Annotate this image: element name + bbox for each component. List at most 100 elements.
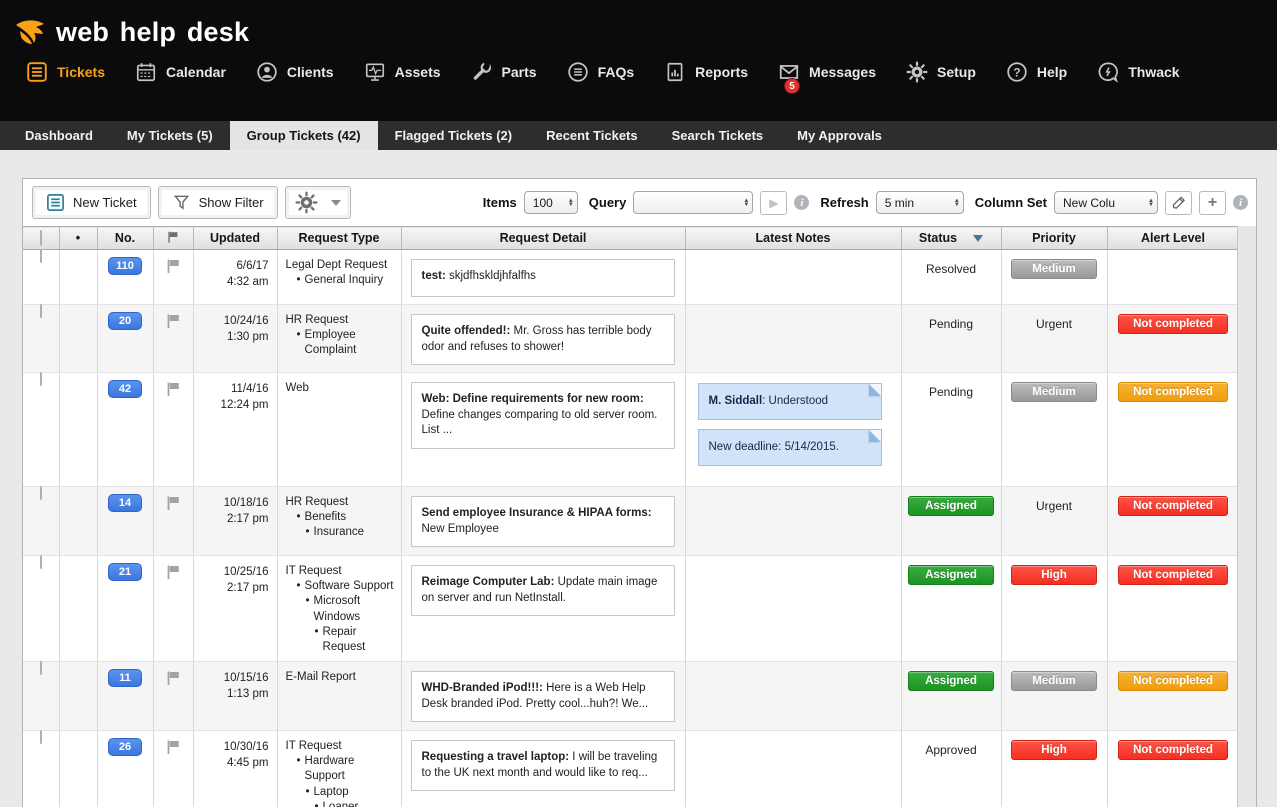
request-detail-cell: Requesting a travel laptop: I will be tr… [401,731,685,807]
request-type-cell: Legal Dept Request•General Inquiry [277,250,401,305]
updated-date: 10/24/16 [194,313,269,329]
table-row: 4211/4/1612:24 pmWebWeb: Define requirem… [23,373,1239,487]
request-detail-box[interactable]: test: skjdfhskldjhfalfhs [411,259,675,297]
status-cell: Assigned [901,662,1001,731]
nav-item-calendar[interactable]: Calendar [135,61,226,83]
header-request-type[interactable]: Request Type [277,227,401,250]
row-checkbox[interactable] [40,661,42,675]
ticket-number-badge[interactable]: 11 [108,669,142,687]
header-request-detail[interactable]: Request Detail [401,227,685,250]
flag-icon[interactable] [165,564,181,583]
header-select-all[interactable] [23,227,59,250]
request-detail-box[interactable]: Send employee Insurance & HIPAA forms: N… [411,496,675,547]
request-type-line: •Hardware Support [286,754,397,784]
nav-item-setup[interactable]: Setup [906,61,976,83]
subtab-my-approvals[interactable]: My Approvals [780,121,899,150]
flag-icon[interactable] [165,258,181,277]
edit-column-set-button[interactable] [1165,191,1192,215]
row-checkbox[interactable] [40,249,42,263]
assets-icon [364,61,386,83]
header-flag[interactable] [153,227,193,250]
request-detail-title: Quite offended!: [422,325,511,337]
request-type-line: IT Request [286,564,397,579]
number-cell: 26 [97,731,153,807]
request-type-text: Software Support [305,579,394,594]
ticket-number-badge[interactable]: 42 [108,380,142,398]
request-type-text: Web [286,381,309,396]
latest-notes-cell [685,731,901,807]
ticket-number-badge[interactable]: 14 [108,494,142,512]
request-type-text: Legal Dept Request [286,258,388,273]
ticket-number-badge[interactable]: 110 [108,257,142,275]
ticket-number-badge[interactable]: 21 [108,563,142,581]
row-checkbox[interactable] [40,730,42,744]
nav-item-messages[interactable]: 5 Messages [778,61,876,83]
table-scrollbar[interactable] [1237,226,1256,807]
alert-level-badge: Not completed [1118,565,1228,585]
alert-level-badge: Not completed [1118,496,1228,516]
header-unread[interactable]: • [59,227,97,250]
ticket-number-badge[interactable]: 20 [108,312,142,330]
subtab-my-tickets[interactable]: My Tickets (5) [110,121,230,150]
header-alert-level[interactable]: Alert Level [1107,227,1239,250]
request-detail-box[interactable]: Web: Define requirements for new room: D… [411,382,675,449]
run-query-button[interactable]: ▶ [760,191,787,215]
request-detail-cell: Send employee Insurance & HIPAA forms: N… [401,487,685,556]
header-number[interactable]: No. [97,227,153,250]
row-checkbox[interactable] [40,486,42,500]
subtab-flagged-tickets[interactable]: Flagged Tickets (2) [378,121,530,150]
refresh-select[interactable]: 5 min ▲▼ [876,191,964,214]
request-type-cell: Web [277,373,401,487]
priority-cell: Urgent [1001,487,1107,556]
ticket-number-badge[interactable]: 26 [108,738,142,756]
flag-icon[interactable] [165,495,181,514]
nav-item-assets[interactable]: Assets [364,61,441,83]
flag-icon[interactable] [165,670,181,689]
nav-item-parts[interactable]: Parts [471,61,537,83]
header-status[interactable]: Status [901,227,1001,250]
request-detail-box[interactable]: Quite offended!: Mr. Gross has terrible … [411,314,675,365]
header-priority[interactable]: Priority [1001,227,1107,250]
select-all-checkbox[interactable] [40,230,42,246]
number-cell: 14 [97,487,153,556]
header-latest-notes[interactable]: Latest Notes [685,227,901,250]
request-detail-title: Reimage Computer Lab: [422,576,555,588]
flag-cell [153,373,193,487]
play-icon: ▶ [769,196,778,210]
subtab-search-tickets[interactable]: Search Tickets [655,121,781,150]
alert-level-badge: Not completed [1118,740,1228,760]
flag-icon[interactable] [165,313,181,332]
query-select[interactable]: ▲▼ [633,191,753,214]
nav-item-help[interactable]: ? Help [1006,61,1067,83]
nav-item-thwack[interactable]: Thwack [1097,61,1179,83]
request-detail-box[interactable]: Requesting a travel laptop: I will be tr… [411,740,675,791]
row-checkbox[interactable] [40,555,42,569]
add-column-set-button[interactable]: + [1199,191,1226,215]
subtab-group-tickets[interactable]: Group Tickets (42) [230,121,378,150]
app-logo: web help desk [0,0,1277,52]
request-detail-box[interactable]: Reimage Computer Lab: Update main image … [411,565,675,616]
stepper-icon: ▲▼ [743,199,749,207]
nav-item-tickets[interactable]: Tickets [26,61,105,83]
column-set-select[interactable]: New Colu ▲▼ [1054,191,1158,214]
query-info-icon[interactable]: i [794,195,809,210]
pencil-icon [1171,195,1186,210]
flag-icon[interactable] [165,381,181,400]
subtab-recent-tickets[interactable]: Recent Tickets [529,121,655,150]
flag-icon[interactable] [165,739,181,758]
row-checkbox[interactable] [40,372,42,386]
nav-item-reports[interactable]: Reports [664,61,748,83]
nav-item-faqs[interactable]: FAQs [567,61,635,83]
new-ticket-button[interactable]: New Ticket [32,186,151,219]
header-updated[interactable]: Updated [193,227,277,250]
request-detail-box[interactable]: WHD-Branded iPod!!!: Here is a Web Help … [411,671,675,722]
items-select[interactable]: 100 ▲▼ [524,191,578,214]
nav-item-clients[interactable]: Clients [256,61,334,83]
subtab-dashboard[interactable]: Dashboard [8,121,110,150]
column-set-info-icon[interactable]: i [1233,195,1248,210]
bulk-action-gear-button[interactable] [285,186,351,219]
row-checkbox[interactable] [40,304,42,318]
show-filter-button[interactable]: Show Filter [158,186,278,219]
unread-cell [59,373,97,487]
latest-notes-cell [685,662,901,731]
